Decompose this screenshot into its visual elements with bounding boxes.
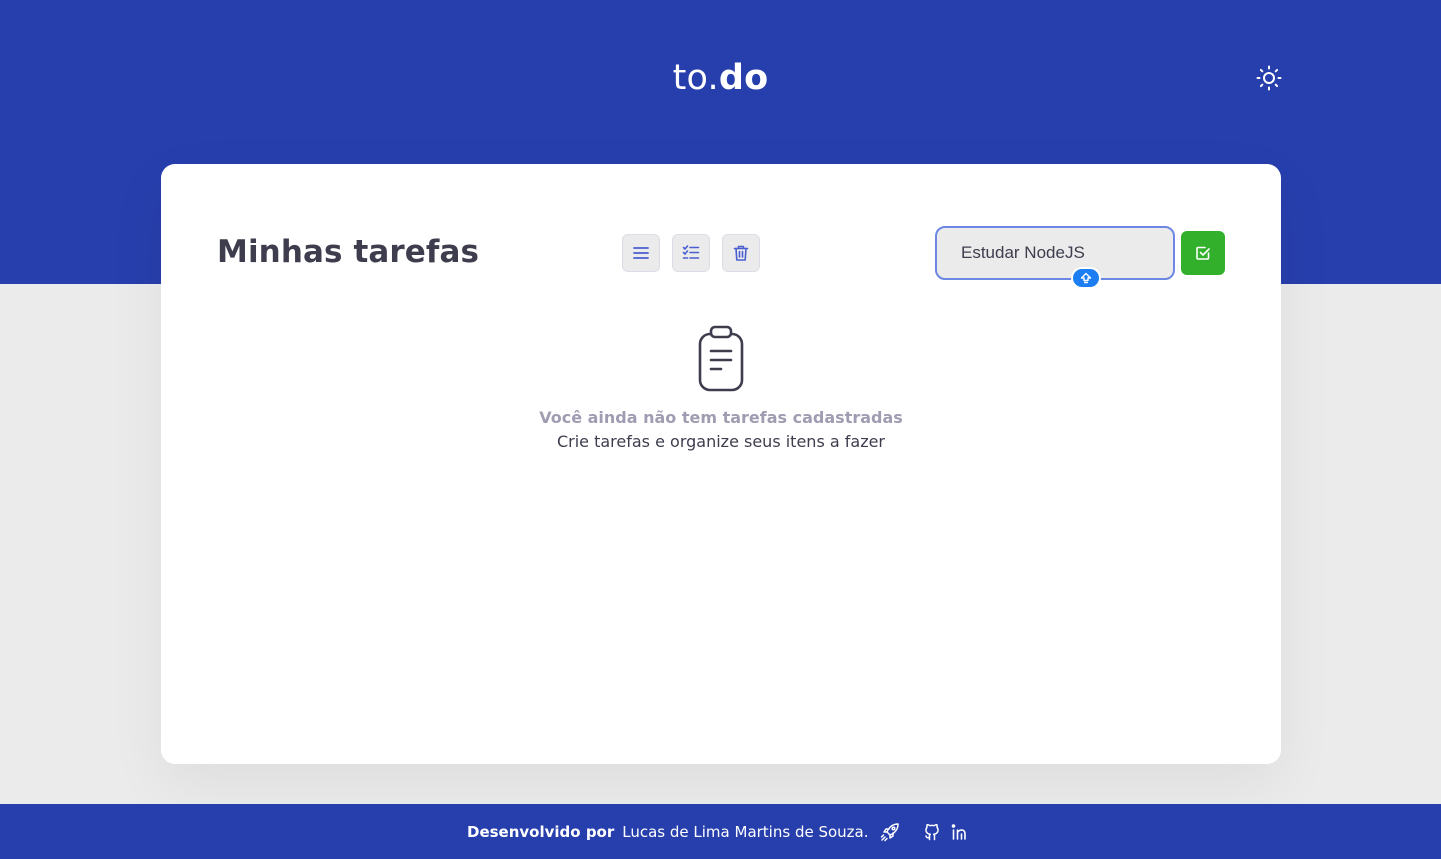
clear-tasks-button[interactable] — [722, 234, 760, 272]
sun-icon — [1256, 65, 1282, 91]
page-title: Minhas tarefas — [217, 234, 480, 270]
logo-bold-text: do — [718, 58, 769, 98]
logo-light-text: to. — [672, 58, 719, 98]
add-task-button[interactable] — [1181, 231, 1225, 275]
app-logo: to.do — [0, 54, 1441, 102]
filter-completed-button[interactable] — [672, 234, 710, 272]
caps-lock-icon — [1080, 272, 1092, 284]
list-icon — [633, 247, 649, 259]
clipboard-icon — [698, 325, 744, 392]
empty-state-subtitle: Crie tarefas e organize seus itens a faz… — [556, 432, 886, 451]
linkedin-icon[interactable] — [949, 821, 971, 843]
github-icon[interactable] — [921, 821, 943, 843]
empty-state-title: Você ainda não tem tarefas cadastradas — [539, 408, 903, 427]
checklist-icon — [682, 245, 700, 259]
new-task-input[interactable] — [937, 228, 1173, 278]
theme-toggle-button[interactable] — [1253, 62, 1285, 94]
footer: Desenvolvido por Lucas de Lima Martins d… — [0, 804, 1441, 859]
caps-lock-indicator — [1071, 267, 1101, 289]
footer-credits: Desenvolvido por Lucas de Lima Martins d… — [467, 820, 977, 844]
rocket-icon — [879, 821, 901, 843]
app-page: to.do Minhas tarefas Estudar NodeJS Você… — [0, 0, 1441, 859]
tasks-card: Minhas tarefas Estudar NodeJS Você ainda… — [161, 164, 1281, 764]
trash-icon — [733, 245, 749, 261]
check-square-icon — [1196, 246, 1210, 260]
task-input-container — [935, 226, 1175, 280]
filter-all-button[interactable] — [622, 234, 660, 272]
footer-author: Lucas de Lima Martins de Souza. — [622, 823, 869, 841]
footer-label: Desenvolvido por — [467, 823, 615, 841]
